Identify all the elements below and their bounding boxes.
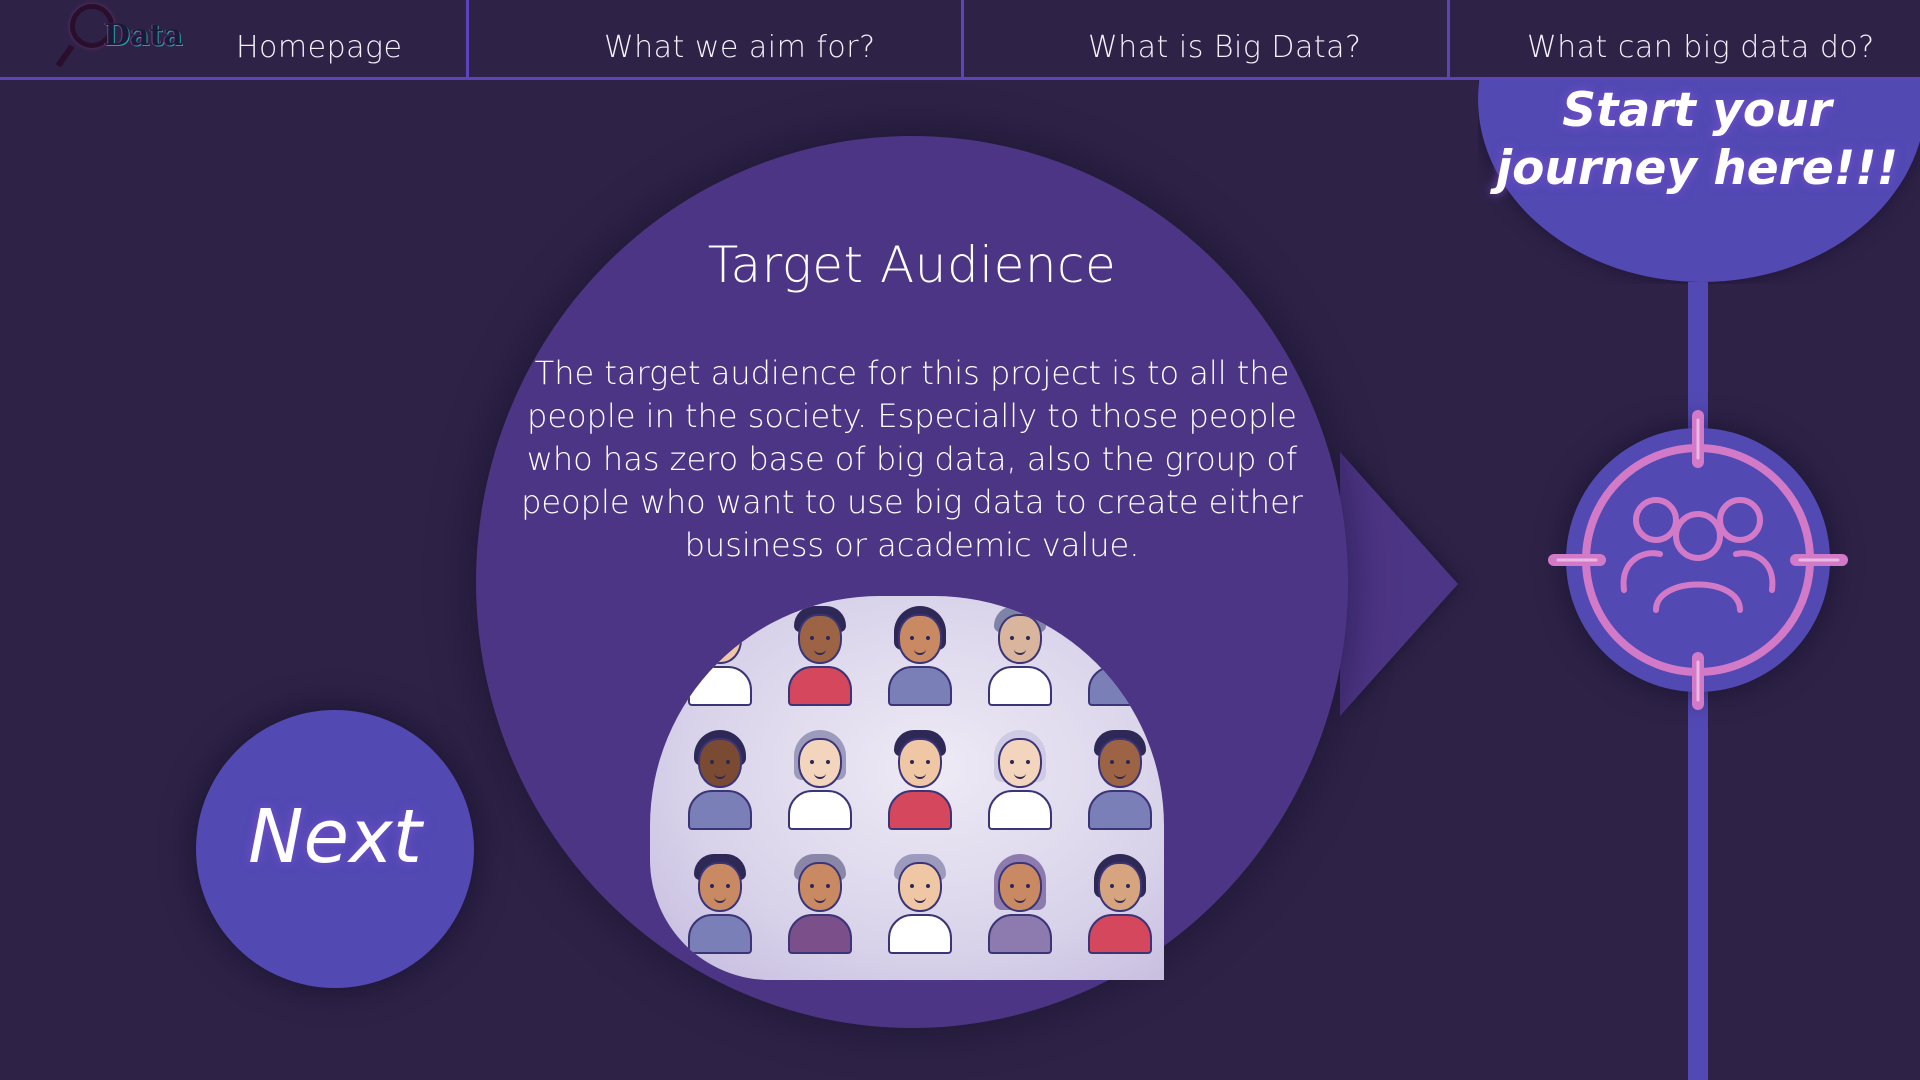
start-journey-badge[interactable]: Start your journey here!!! [1478, 80, 1920, 284]
avatar [782, 850, 858, 954]
nav-item-what-can-big-data-do[interactable]: What can big data do? [1527, 30, 1875, 65]
people-avatars-grid [650, 596, 1164, 980]
nav-item-homepage[interactable]: Homepage [236, 30, 402, 65]
next-button-label: Next [248, 794, 422, 880]
avatar [1082, 850, 1158, 954]
nav-item-what-we-aim-for[interactable]: What we aim for? [604, 30, 876, 65]
avatar [682, 602, 758, 706]
avatar [782, 726, 858, 830]
avatar [1082, 726, 1158, 830]
avatar [882, 726, 958, 830]
content-title: Target Audience [707, 236, 1117, 294]
target-users-icon [1548, 410, 1848, 710]
nav-item-what-is-big-data[interactable]: What is Big Data? [1088, 30, 1361, 65]
avatar [1082, 602, 1158, 706]
magnifier-handle-icon [55, 44, 75, 68]
start-journey-text: Start your journey here!!! [1495, 83, 1899, 196]
speech-bubble-tail [1340, 452, 1458, 716]
avatar [982, 602, 1058, 706]
logo-text: Data [104, 18, 183, 53]
top-navigation-bar: Data Homepage What we aim for? What is B… [0, 0, 1920, 80]
avatar [982, 850, 1058, 954]
content-body: The target audience for this project is … [521, 354, 1303, 564]
nav-divider [961, 0, 964, 80]
avatar [682, 850, 758, 954]
nav-divider [1447, 0, 1450, 80]
avatar [882, 850, 958, 954]
logo[interactable]: Data [55, 0, 183, 76]
next-button[interactable]: Next [196, 710, 474, 988]
avatar [782, 602, 858, 706]
avatar [982, 726, 1058, 830]
avatar [882, 602, 958, 706]
avatar [682, 726, 758, 830]
nav-divider [466, 0, 469, 80]
